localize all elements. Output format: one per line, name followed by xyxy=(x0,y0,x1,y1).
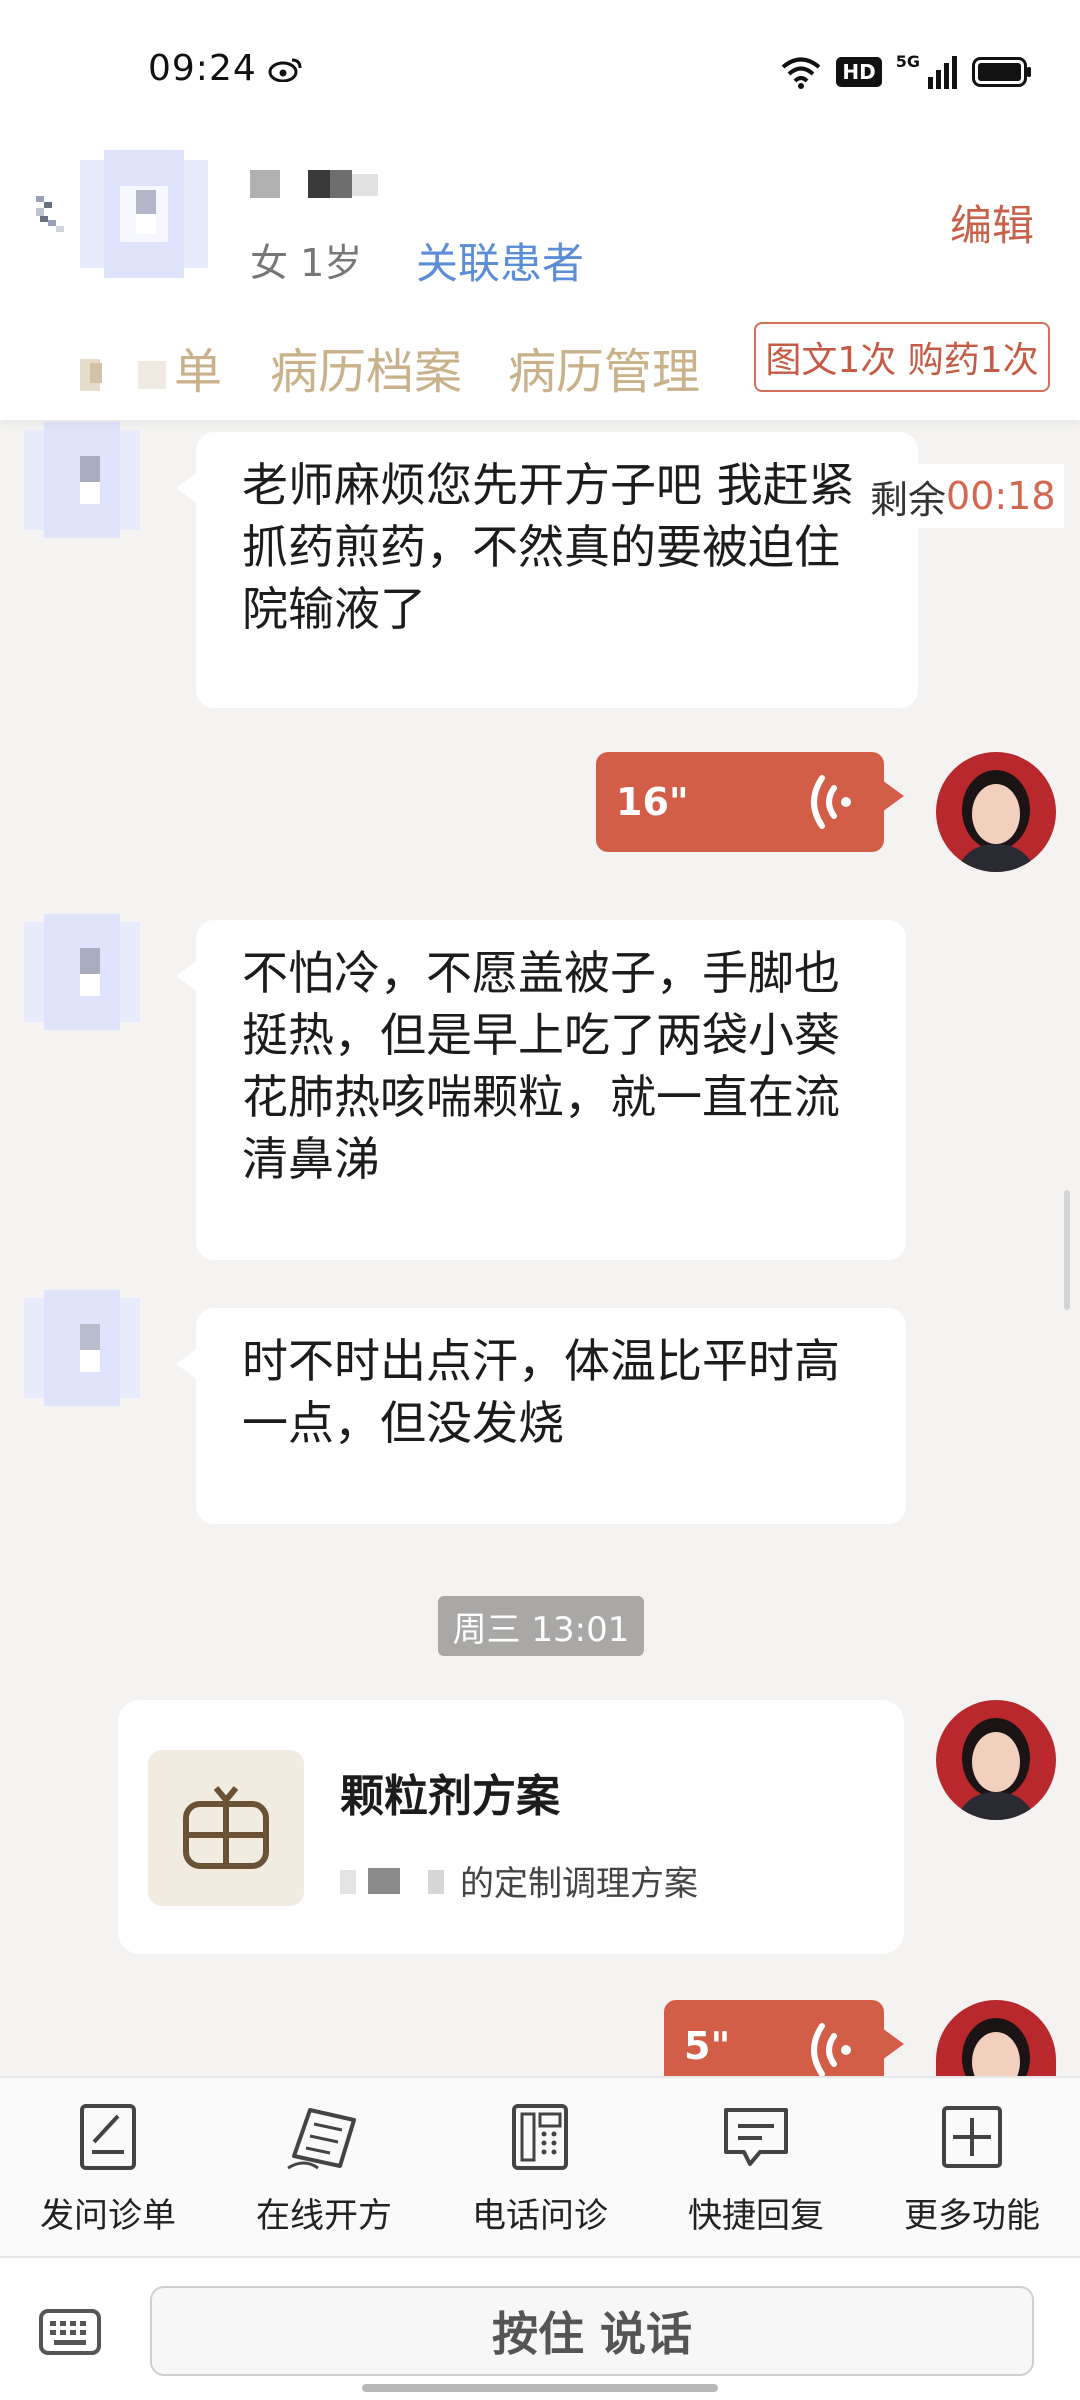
tab-medical-records[interactable]: 病历档案 xyxy=(270,332,462,402)
action-toolbar: 发问诊单 在线开方 电话问诊 快捷回复 更多功能 xyxy=(0,2076,1080,2256)
home-indicator[interactable] xyxy=(362,2384,718,2392)
patient-name-blurred xyxy=(250,170,378,198)
status-time: 09:24 xyxy=(148,48,257,89)
form-icon xyxy=(80,2104,136,2170)
patient-meta: 女 1岁 xyxy=(250,241,363,285)
doctor-avatar[interactable] xyxy=(936,2000,1056,2076)
status-icons: HD 5G xyxy=(780,52,1032,92)
chat-scrollbar[interactable] xyxy=(1064,1190,1070,1310)
online-prescription-button[interactable]: 在线开方 xyxy=(234,2102,414,2237)
tool-label: 发问诊单 xyxy=(40,2196,176,2236)
signal-icon xyxy=(928,56,957,89)
phone-icon xyxy=(512,2104,568,2170)
weibo-icon xyxy=(268,58,302,82)
plus-square-icon xyxy=(942,2106,1002,2168)
patient-message-bubble[interactable]: 时不时出点汗，体温比平时高一点，但没发烧 xyxy=(176,1308,906,1524)
voice-message[interactable]: 16" xyxy=(596,752,904,852)
back-icon[interactable] xyxy=(32,192,68,244)
voice-duration: 16" xyxy=(616,780,689,824)
service-counter-badge[interactable]: 图文1次 购药1次 xyxy=(754,322,1050,392)
quick-reply-button[interactable]: 快捷回复 xyxy=(666,2102,846,2237)
patient-avatar-small[interactable] xyxy=(24,1290,140,1406)
patient-message-bubble[interactable]: 不怕冷，不愿盖被子，手脚也挺热，但是早上吃了两袋小葵花肺热咳喘颗粒，就一直在流清… xyxy=(176,920,906,1260)
card-title: 颗粒剂方案 xyxy=(340,1771,560,1822)
tab-form-label: 单 xyxy=(174,344,223,400)
tool-label: 更多功能 xyxy=(904,2196,1040,2236)
link-patient-button[interactable]: 关联患者 xyxy=(416,230,584,291)
more-functions-button[interactable]: 更多功能 xyxy=(882,2102,1062,2237)
hd-badge: HD xyxy=(836,57,882,87)
wifi-icon xyxy=(782,57,821,89)
battery-icon xyxy=(972,57,1031,87)
status-bar: 09:24 HD 5G xyxy=(0,0,1080,140)
tab-label-blurred xyxy=(80,359,166,391)
tool-label: 在线开方 xyxy=(256,2196,392,2236)
message-timestamp: 周三 13:01 xyxy=(438,1596,644,1656)
patient-message-bubble[interactable]: 老师麻烦您先开方子吧 我赶紧抓药煎药，不然真的要被迫住院输液了 xyxy=(176,432,918,708)
card-subtitle-text: 的定制调理方案 xyxy=(460,1864,698,1904)
card-subtitle: 的定制调理方案 xyxy=(340,1856,698,1905)
prescription-plan-card[interactable]: 颗粒剂方案 的定制调理方案 xyxy=(118,1700,904,1954)
tool-label: 电话问诊 xyxy=(472,2196,608,2236)
tab-record-management[interactable]: 病历管理 xyxy=(508,332,700,402)
tool-label: 快捷回复 xyxy=(688,2196,824,2236)
send-questionnaire-button[interactable]: 发问诊单 xyxy=(18,2102,198,2237)
timer-value: 00:18 xyxy=(946,474,1056,518)
remaining-timer: 剩余 00:18 xyxy=(862,464,1064,528)
voice-wave-icon xyxy=(811,775,851,829)
message-icon xyxy=(724,2108,788,2166)
voice-duration: 5" xyxy=(684,2024,731,2068)
hold-to-talk-button[interactable]: 按住 说话 xyxy=(150,2286,1034,2376)
edit-button[interactable]: 编辑 xyxy=(950,192,1034,253)
timer-label: 剩余 xyxy=(870,477,947,522)
patient-name-blurred xyxy=(340,1867,444,1894)
doctor-avatar[interactable] xyxy=(936,1700,1056,1820)
granule-plan-icon xyxy=(148,1750,304,1906)
prescription-icon xyxy=(287,2108,356,2170)
input-bar: 按住 说话 xyxy=(0,2256,1080,2400)
tab-form[interactable]: 单 xyxy=(80,332,222,402)
patient-avatar-small[interactable] xyxy=(24,914,140,1030)
keyboard-icon[interactable] xyxy=(38,2308,102,2356)
patient-avatar[interactable] xyxy=(80,150,208,278)
voice-message[interactable]: 5" xyxy=(664,2000,904,2077)
doctor-avatar[interactable] xyxy=(936,752,1056,872)
phone-consult-button[interactable]: 电话问诊 xyxy=(450,2102,630,2237)
network-label: 5G xyxy=(895,52,920,71)
patient-avatar-small[interactable] xyxy=(24,422,140,538)
